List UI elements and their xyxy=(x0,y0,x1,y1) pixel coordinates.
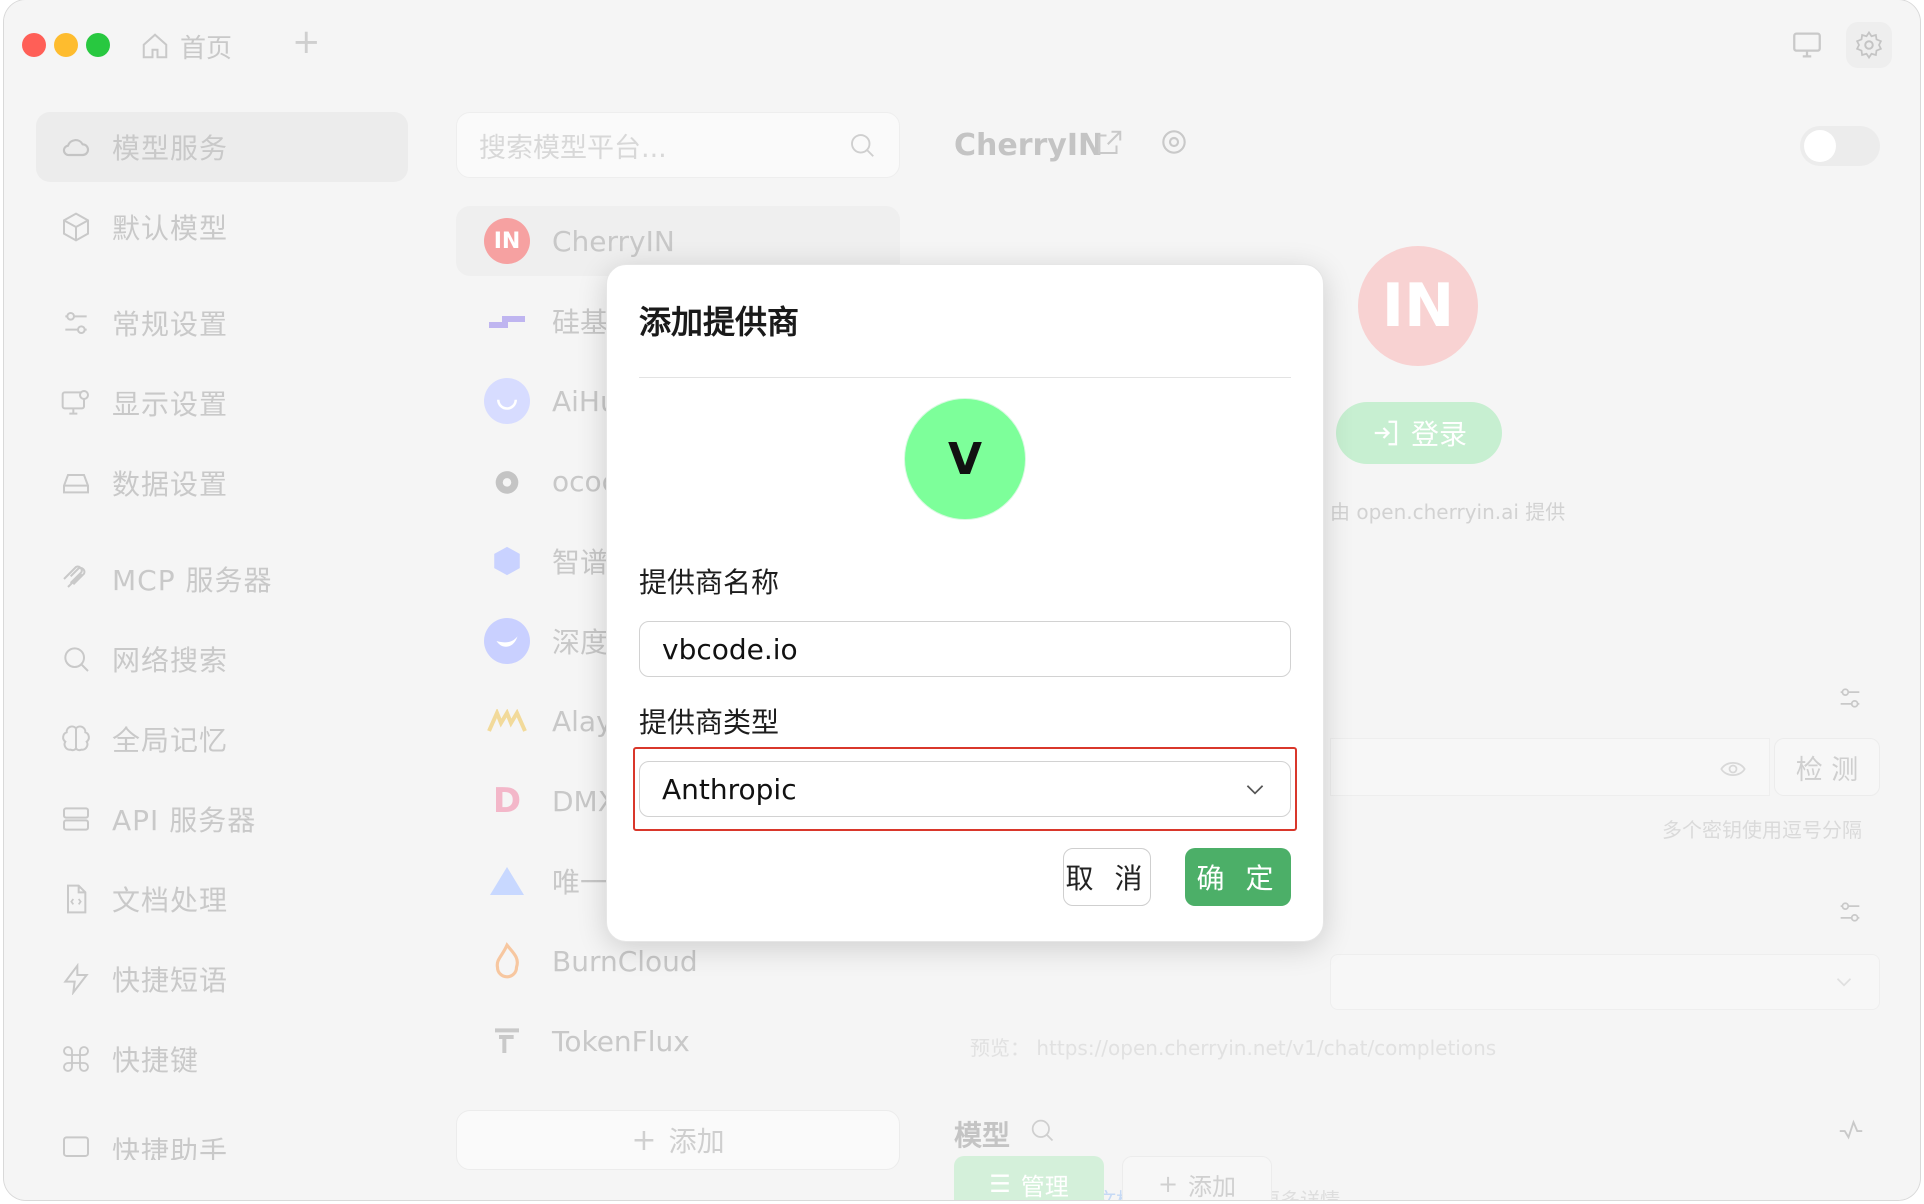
sidebar-item-quick-phrases[interactable]: 快捷短语 xyxy=(36,944,408,1014)
sidebar-item-model-service[interactable]: 模型服务 xyxy=(36,112,408,182)
add-model-button[interactable]: + 添加 xyxy=(1122,1156,1272,1200)
provider-settings-icon[interactable] xyxy=(1158,126,1190,158)
siliconflow-logo xyxy=(484,298,530,344)
provider-name-label: 提供商名称 xyxy=(639,566,780,599)
cube-icon xyxy=(58,209,94,245)
cherryin-logo: IN xyxy=(484,218,530,264)
monitor-gear-icon xyxy=(58,385,94,421)
model-health-check-icon[interactable] xyxy=(1836,1116,1866,1146)
external-link-icon[interactable] xyxy=(1094,128,1124,158)
provider-search-placeholder: 搜索模型平台... xyxy=(479,132,667,164)
dialog-divider xyxy=(639,377,1291,378)
provider-name-input[interactable]: vbcode.io xyxy=(639,621,1291,677)
list-icon: ☰ xyxy=(989,1170,1011,1198)
sidebar-item-display-settings[interactable]: 显示设置 xyxy=(36,368,408,438)
tokenflux-logo xyxy=(484,1018,530,1064)
add-provider-dialog: 添加提供商 V 提供商名称 vbcode.io 提供商类型 Anthropic … xyxy=(606,264,1324,942)
check-button[interactable]: 检 测 xyxy=(1774,738,1880,796)
provider-type-select[interactable]: Anthropic xyxy=(639,761,1291,817)
home-icon xyxy=(142,33,168,59)
dialog-title: 添加提供商 xyxy=(639,303,800,341)
sidebar-item-default-model[interactable]: 默认模型 xyxy=(36,192,408,262)
provider-enable-toggle[interactable] xyxy=(1800,126,1880,166)
aihubmix-logo xyxy=(484,378,530,424)
minimize-window-button[interactable] xyxy=(54,33,78,57)
weiyi-logo xyxy=(484,858,530,904)
command-icon xyxy=(58,1041,94,1077)
sidebar-item-quick-assistant[interactable]: 快捷助手 xyxy=(36,1120,408,1160)
add-provider-button[interactable]: + 添加 xyxy=(456,1110,900,1170)
provider-search-box[interactable]: 搜索模型平台... xyxy=(456,112,900,178)
endpoint-preview-text: 预览： https://open.cherryin.net/v1/chat/co… xyxy=(970,1036,1497,1060)
storage-icon xyxy=(58,465,94,501)
burncloud-logo xyxy=(484,938,530,984)
tab-home[interactable]: 首页 xyxy=(140,22,232,70)
sidebar-item-web-search[interactable]: 网络搜索 xyxy=(36,624,408,694)
api-key-input[interactable] xyxy=(1330,738,1770,796)
sliders-icon xyxy=(58,305,94,341)
login-button[interactable]: 登录 xyxy=(1336,402,1502,464)
provider-item-tokenflux[interactable]: TokenFlux xyxy=(456,1006,900,1076)
confirm-button[interactable]: 确 定 xyxy=(1185,848,1291,906)
eye-icon[interactable] xyxy=(1719,755,1747,783)
cancel-button[interactable]: 取 消 xyxy=(1063,848,1151,906)
lightning-icon xyxy=(58,961,94,997)
server-icon xyxy=(58,801,94,837)
dmx-logo: D xyxy=(492,781,522,821)
sidebar-item-api-server[interactable]: API 服务器 xyxy=(36,784,408,854)
provided-by-text: 由 open.cherryin.ai 提供 xyxy=(1330,500,1566,524)
model-search-icon[interactable] xyxy=(1028,1116,1056,1144)
provider-name-value: vbcode.io xyxy=(662,632,798,666)
sidebar-item-global-memory[interactable]: 全局记忆 xyxy=(36,704,408,774)
mcp-icon xyxy=(58,561,94,597)
search-icon xyxy=(851,134,874,157)
login-icon xyxy=(1374,420,1398,446)
models-section-title: 模型 xyxy=(954,1119,1011,1152)
manage-models-button[interactable]: ☰ 管理 xyxy=(954,1156,1104,1200)
sidebar-item-data-settings[interactable]: 数据设置 xyxy=(36,448,408,518)
sidebar-item-document-processing[interactable]: 文档处理 xyxy=(36,864,408,934)
cherryin-big-logo: IN xyxy=(1358,246,1478,366)
cloud-icon xyxy=(58,129,94,165)
ocoolai-logo xyxy=(484,458,530,504)
api-key-settings-icon[interactable] xyxy=(1836,684,1864,712)
chevron-down-icon xyxy=(1246,785,1264,795)
provider-avatar[interactable]: V xyxy=(905,399,1025,519)
sidebar-item-shortcuts[interactable]: 快捷键 xyxy=(36,1024,408,1094)
deepseek-logo xyxy=(484,618,530,664)
brain-icon xyxy=(58,721,94,757)
chevron-down-icon xyxy=(1836,978,1852,987)
key-hint-text: 多个密钥使用逗号分隔 xyxy=(1662,818,1862,842)
tab-home-label: 首页 xyxy=(180,33,233,64)
document-icon xyxy=(58,881,94,917)
monitor-icon[interactable] xyxy=(1790,28,1824,66)
maximize-window-button[interactable] xyxy=(86,33,110,57)
assistant-icon xyxy=(58,1130,94,1160)
plus-icon: + xyxy=(1157,1170,1179,1198)
alaya-logo xyxy=(484,698,530,744)
sidebar-item-mcp-server[interactable]: MCP 服务器 xyxy=(36,544,408,614)
sidebar-item-general-settings[interactable]: 常规设置 xyxy=(36,288,408,358)
settings-gear-icon[interactable] xyxy=(1846,22,1892,68)
api-host-settings-icon[interactable] xyxy=(1836,898,1864,926)
search-icon xyxy=(58,641,94,677)
provider-type-label: 提供商类型 xyxy=(639,706,780,739)
zhipu-logo xyxy=(484,538,530,584)
title-bar: 首页 + xyxy=(4,0,1920,92)
provider-type-value: Anthropic xyxy=(662,772,797,806)
close-window-button[interactable] xyxy=(22,33,46,57)
plus-icon: + xyxy=(631,1122,657,1158)
api-host-select[interactable] xyxy=(1330,954,1880,1010)
new-tab-button[interactable]: + xyxy=(292,22,321,62)
detail-title: CherryIN xyxy=(954,128,1104,163)
